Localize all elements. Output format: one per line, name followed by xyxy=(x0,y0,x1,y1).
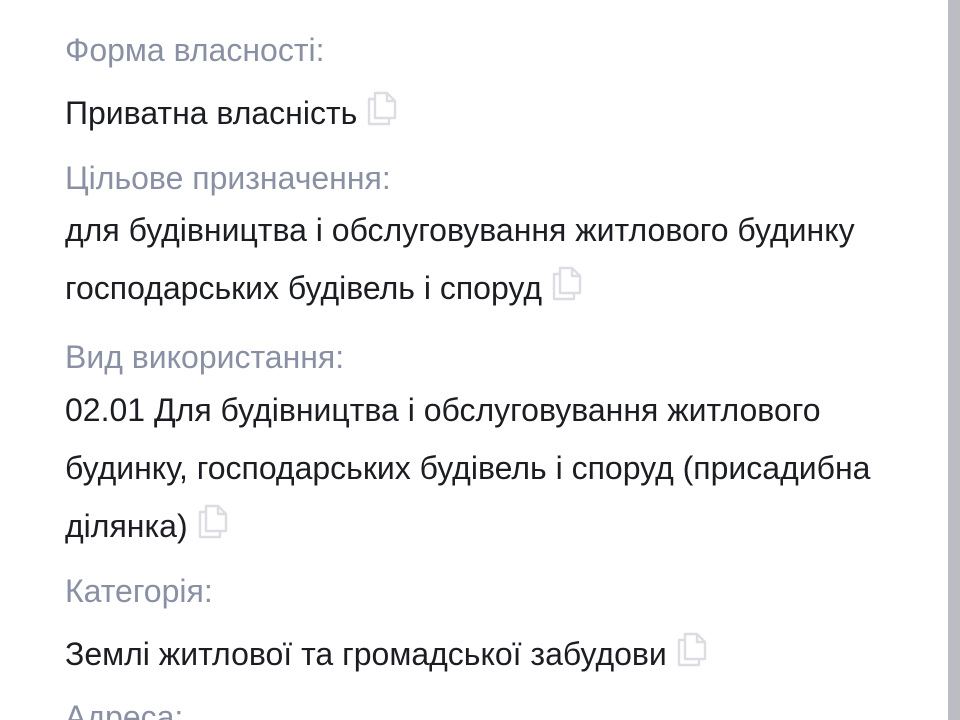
usage-type-text: 02.01 Для будівництва і обслуговування ж… xyxy=(65,392,871,544)
copy-icon[interactable] xyxy=(196,503,230,539)
category-value: Землі житлової та громадської забудови xyxy=(65,625,925,683)
scrollbar[interactable] xyxy=(948,0,960,720)
ownership-form-label: Форма власності: xyxy=(65,32,325,68)
ownership-form-value: Приватна власність xyxy=(65,84,925,142)
copy-icon[interactable] xyxy=(675,631,709,667)
purpose-value: для будівництва і обслуговування житлово… xyxy=(65,201,925,317)
ownership-form-text: Приватна власність xyxy=(65,95,358,131)
category-text: Землі житлової та громадської забудови xyxy=(65,636,667,672)
copy-icon[interactable] xyxy=(550,265,584,301)
usage-type-value: 02.01 Для будівництва і обслуговування ж… xyxy=(65,381,925,555)
copy-icon[interactable] xyxy=(365,90,399,126)
category-label: Категорія: xyxy=(65,573,213,609)
purpose-label: Цільове призначення: xyxy=(65,160,391,196)
purpose-text: для будівництва і обслуговування житлово… xyxy=(65,212,855,306)
usage-type-label: Вид використання: xyxy=(65,339,345,375)
address-label: Адреса: xyxy=(65,699,184,720)
